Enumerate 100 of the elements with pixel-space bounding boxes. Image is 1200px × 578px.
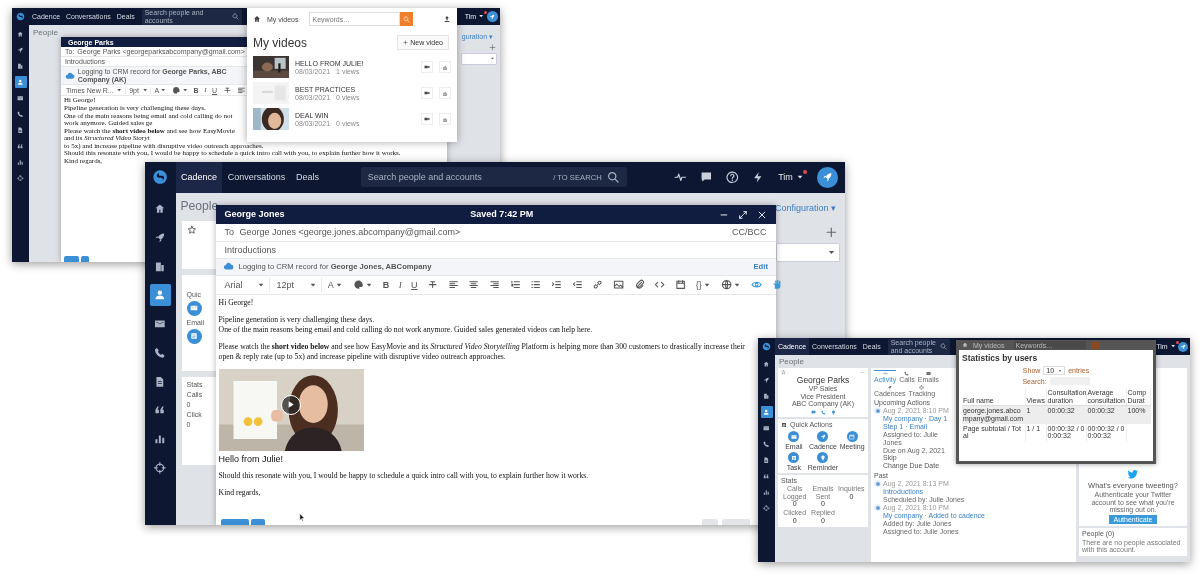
mail-icon <box>925 371 931 376</box>
nav-tab[interactable]: Deals <box>290 162 325 193</box>
quick-action-button[interactable] <box>788 452 800 464</box>
star-icon <box>781 370 786 375</box>
person-icon <box>763 408 770 416</box>
format-button[interactable]: A <box>324 278 347 292</box>
home-icon <box>763 360 770 368</box>
dialog-title: Statistics by users <box>962 353 1039 363</box>
task-action-button[interactable] <box>186 328 202 344</box>
phone-icon <box>154 346 167 359</box>
upload-icon <box>443 15 451 23</box>
format-dropdown[interactable]: 12pt <box>272 278 322 292</box>
target-icon <box>763 504 770 512</box>
email-action-button[interactable] <box>186 300 202 316</box>
aligncenter-icon <box>468 279 480 291</box>
bird-icon <box>1127 467 1139 480</box>
chart-icon <box>763 488 770 496</box>
user-menu[interactable]: Tim <box>778 172 804 183</box>
rocket-icon <box>822 171 833 183</box>
select-field[interactable] <box>776 243 840 263</box>
search-input[interactable]: Search people and accounts <box>367 171 548 183</box>
barchart-icon <box>442 116 448 122</box>
stats-button[interactable] <box>439 61 451 73</box>
outdent-icon <box>571 279 583 291</box>
cloud-icon <box>65 70 75 81</box>
format-button[interactable]: B <box>379 278 393 292</box>
mail-icon <box>790 433 797 440</box>
quick-action-button[interactable] <box>817 452 829 464</box>
format-button[interactable]: U <box>407 278 421 292</box>
popup-title: My videos <box>253 35 308 50</box>
recipient-name: George Jones <box>224 209 285 220</box>
rocket-icon <box>887 384 893 390</box>
logo <box>16 12 25 21</box>
stats-button[interactable] <box>439 87 451 99</box>
select-field[interactable] <box>461 53 497 65</box>
quote-icon <box>17 142 24 150</box>
quick-action-button[interactable] <box>788 431 800 443</box>
avatar[interactable] <box>1178 341 1188 352</box>
attach-icon <box>633 279 645 291</box>
quote-icon <box>763 472 770 480</box>
format-button[interactable]: {} <box>692 278 715 292</box>
options-button[interactable] <box>250 519 265 525</box>
building-icon <box>17 62 24 70</box>
camera-icon <box>424 116 430 122</box>
notification-dot <box>803 169 808 174</box>
logo <box>152 169 169 186</box>
nav-tab[interactable]: Cadence <box>175 162 223 193</box>
caret-icon <box>160 86 167 94</box>
check-icon <box>875 408 880 413</box>
document-icon <box>17 126 24 134</box>
notification-dot <box>1175 340 1179 345</box>
calendar-icon <box>849 433 856 440</box>
format-dropdown[interactable]: Arial <box>221 278 270 292</box>
send-button[interactable] <box>220 519 249 525</box>
search-icon <box>607 171 620 184</box>
sidebar-item[interactable] <box>14 76 27 88</box>
page-title: People <box>180 198 219 213</box>
phone-icon <box>763 440 770 448</box>
rocket-icon <box>489 13 496 20</box>
target-icon <box>919 384 925 390</box>
quick-action-button[interactable] <box>846 431 858 443</box>
bulb-icon <box>820 454 826 461</box>
plus-icon <box>403 40 409 45</box>
avatar[interactable] <box>817 166 838 188</box>
home-icon <box>962 342 968 348</box>
hand-icon <box>771 279 783 291</box>
avatar[interactable] <box>486 10 498 23</box>
caret-icon <box>116 86 123 94</box>
page-title: People <box>779 357 804 366</box>
camera-icon <box>424 64 430 70</box>
sidebar-item[interactable] <box>760 406 773 418</box>
camera-button[interactable] <box>421 87 433 99</box>
chart-icon <box>154 433 167 445</box>
search-icon <box>402 15 410 23</box>
subject-field[interactable]: Introductions <box>224 244 277 255</box>
barchart-icon <box>442 64 448 70</box>
check-icon <box>875 481 880 486</box>
code-icon <box>654 279 666 291</box>
star-icon <box>186 224 197 235</box>
target-icon <box>154 461 167 474</box>
list-icon <box>190 332 199 341</box>
chart-icon <box>17 158 24 166</box>
nav-tab[interactable]: Conversations <box>222 162 291 193</box>
stats-button[interactable] <box>439 113 451 125</box>
phone-icon <box>904 371 910 376</box>
mail-icon <box>190 304 199 313</box>
camera-button[interactable] <box>421 113 433 125</box>
cc-bcc-link[interactable]: CC/BCC <box>732 227 767 238</box>
barchart-icon <box>442 90 448 96</box>
home-icon <box>253 15 261 23</box>
target-icon <box>17 174 24 182</box>
sidebar-item[interactable] <box>149 284 172 306</box>
palette-icon <box>172 85 181 95</box>
format-button[interactable]: I <box>395 278 405 292</box>
strike-icon <box>427 279 439 291</box>
quick-action-button[interactable] <box>817 431 829 443</box>
mail-icon <box>763 424 770 432</box>
document-icon <box>763 456 770 464</box>
dots-icon <box>860 370 865 375</box>
camera-button[interactable] <box>421 61 433 73</box>
